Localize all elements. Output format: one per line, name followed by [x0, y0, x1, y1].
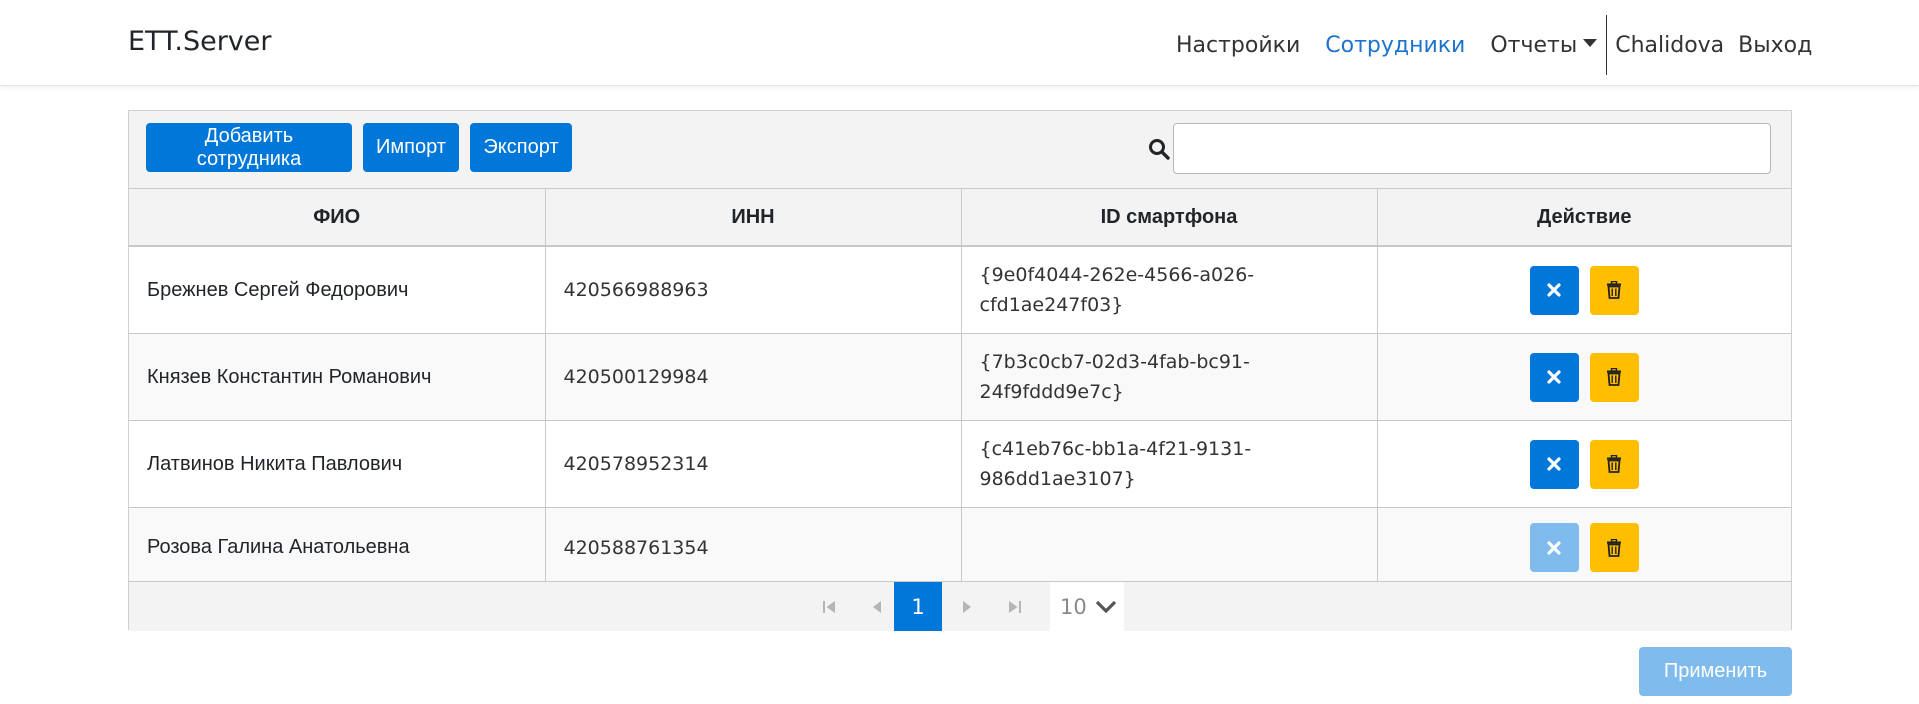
delete-employee-button[interactable]: [1589, 265, 1639, 315]
search-input[interactable]: [1173, 123, 1771, 174]
cell-fio: Князев Константин Романович: [129, 333, 546, 421]
last-page-icon: [1009, 600, 1021, 613]
cell-fio: Латвинов Никита Павлович: [129, 420, 546, 508]
close-icon: [1547, 457, 1561, 471]
unlink-smartphone-button[interactable]: [1529, 352, 1579, 402]
delete-employee-button[interactable]: [1589, 523, 1639, 572]
top-navbar: ETT.Server Настройки Сотрудники Отчеты C…: [0, 0, 1919, 86]
unlink-smartphone-button[interactable]: [1529, 439, 1579, 489]
current-user: Chalidova: [1615, 32, 1725, 58]
next-page-button[interactable]: [947, 582, 987, 631]
smartphone-id-line: 24f9fddd9e7c}: [979, 381, 1124, 403]
cell-inn: 420566988963: [544, 245, 962, 334]
add-employee-button[interactable]: Добавить сотрудника: [146, 123, 352, 172]
cell-inn: 420500129984: [544, 333, 962, 421]
nav-reports-dropdown[interactable]: Отчеты: [1490, 32, 1598, 58]
table-row[interactable]: Брежнев Сергей Федорович 420566988963 {9…: [129, 245, 1791, 334]
unlink-smartphone-button[interactable]: [1529, 265, 1579, 315]
pagination: 1 10: [129, 581, 1791, 631]
table-row[interactable]: Князев Константин Романович 420500129984…: [129, 333, 1791, 421]
close-icon: [1547, 540, 1561, 555]
smartphone-id-line: {9e0f4044-262e-4566-a026-: [979, 264, 1255, 286]
export-button[interactable]: Экспорт: [470, 123, 572, 172]
close-icon: [1547, 370, 1561, 384]
import-button[interactable]: Импорт: [363, 123, 459, 172]
cell-fio: Розова Галина Анатольевна: [129, 507, 546, 588]
table-row[interactable]: Розова Галина Анатольевна 420588761354: [129, 507, 1791, 588]
search-icon: [1149, 139, 1170, 160]
nav-reports-label: Отчеты: [1490, 32, 1578, 58]
table-header-row: ФИО ИНН ID смартфона Действие: [129, 188, 1791, 247]
page-size-select[interactable]: 10: [1050, 582, 1124, 631]
smartphone-id-line: cfd1ae247f03}: [979, 294, 1124, 316]
nav-divider: [1606, 15, 1608, 75]
nav-employees[interactable]: Сотрудники: [1325, 33, 1465, 58]
trash-icon: [1607, 281, 1622, 299]
delete-employee-button[interactable]: [1589, 439, 1639, 489]
column-header-action: Действие: [1376, 188, 1791, 247]
nav-settings[interactable]: Настройки: [1176, 33, 1300, 58]
delete-employee-button[interactable]: [1589, 352, 1639, 402]
cell-inn: 420578952314: [544, 420, 962, 508]
cell-smartphone-id: {c41eb76c-bb1a-4f21-9131- 986dd1ae3107}: [960, 420, 1378, 508]
prev-page-button[interactable]: [857, 582, 897, 631]
trash-icon: [1607, 538, 1622, 557]
employees-panel: Добавить сотрудника Импорт Экспорт ФИО И…: [128, 110, 1792, 631]
table-row[interactable]: Латвинов Никита Павлович 420578952314 {c…: [129, 420, 1791, 508]
column-header-fio[interactable]: ФИО: [129, 188, 546, 247]
cell-smartphone-id: {7b3c0cb7-02d3-4fab-bc91- 24f9fddd9e7c}: [960, 333, 1378, 421]
page-size-value: 10: [1060, 594, 1087, 619]
cell-actions: [1376, 507, 1791, 588]
column-header-smartphone-id[interactable]: ID смартфона: [960, 188, 1378, 247]
trash-icon: [1607, 368, 1622, 386]
employees-table: ФИО ИНН ID смартфона Действие Брежнев Се…: [129, 188, 1791, 588]
cell-smartphone-id: [960, 507, 1378, 588]
smartphone-id-line: 986dd1ae3107}: [979, 468, 1136, 490]
cell-actions: [1376, 245, 1791, 334]
chevron-down-icon: [1095, 600, 1116, 613]
column-header-inn[interactable]: ИНН: [544, 188, 962, 247]
trash-icon: [1607, 455, 1622, 473]
current-page-button[interactable]: 1: [894, 582, 942, 631]
next-page-icon: [963, 600, 971, 613]
toolbar: Добавить сотрудника Импорт Экспорт: [129, 111, 1791, 188]
cell-smartphone-id: {9e0f4044-262e-4566-a026- cfd1ae247f03}: [960, 245, 1378, 334]
smartphone-id-line: {c41eb76c-bb1a-4f21-9131-: [979, 438, 1252, 460]
brand-title[interactable]: ETT.Server: [128, 26, 272, 57]
cell-actions: [1376, 420, 1791, 508]
first-page-button[interactable]: [809, 582, 849, 631]
logout-link[interactable]: Выход: [1738, 33, 1812, 58]
cell-fio: Брежнев Сергей Федорович: [129, 245, 546, 334]
cell-inn: 420588761354: [544, 507, 962, 588]
cell-actions: [1376, 333, 1791, 421]
first-page-icon: [823, 600, 835, 613]
smartphone-id-line: {7b3c0cb7-02d3-4fab-bc91-: [979, 351, 1250, 373]
caret-down-icon: [1583, 38, 1598, 47]
prev-page-icon: [873, 600, 881, 613]
last-page-button[interactable]: [995, 582, 1035, 631]
unlink-smartphone-button: [1529, 523, 1579, 572]
main-nav: Настройки Сотрудники Отчеты Chalidova Вы…: [1176, 15, 1812, 75]
close-icon: [1547, 283, 1561, 297]
apply-button[interactable]: Применить: [1639, 647, 1792, 696]
